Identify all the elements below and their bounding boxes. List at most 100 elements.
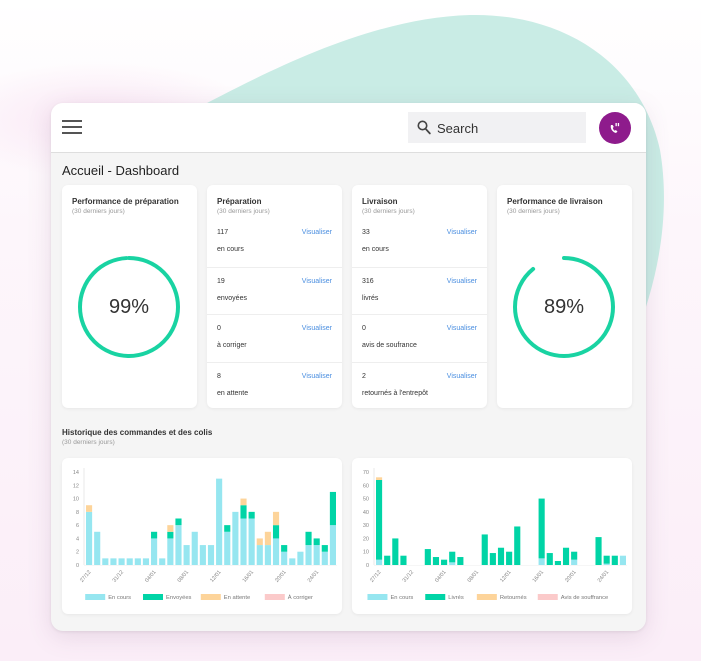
bar-group[interactable] xyxy=(272,511,280,565)
bar-segment[interactable] xyxy=(86,511,93,565)
bar-segment[interactable] xyxy=(481,534,488,565)
visualiser-link[interactable]: Visualiser xyxy=(302,229,332,236)
bar-segment[interactable] xyxy=(256,545,263,565)
legend-item[interactable]: Avis de souffrance xyxy=(537,594,608,601)
bar-group[interactable] xyxy=(134,558,141,565)
bar-segment[interactable] xyxy=(134,558,141,565)
bar-segment[interactable] xyxy=(232,511,239,565)
bar-segment[interactable] xyxy=(102,558,109,565)
bar-segment[interactable] xyxy=(329,491,336,526)
bar-segment[interactable] xyxy=(313,538,320,546)
bar-segment[interactable] xyxy=(94,531,101,565)
bar-group[interactable] xyxy=(297,551,304,565)
bar-group[interactable] xyxy=(110,558,117,565)
bar-group[interactable] xyxy=(392,538,399,565)
bar-group[interactable] xyxy=(329,491,336,565)
bar-group[interactable] xyxy=(256,538,263,565)
bar-group[interactable] xyxy=(313,538,320,565)
bar-group[interactable] xyxy=(384,555,391,565)
bar-segment[interactable] xyxy=(546,553,553,565)
bar-segment[interactable] xyxy=(272,525,280,539)
bar-segment[interactable] xyxy=(305,545,312,565)
bar-group[interactable] xyxy=(611,555,618,565)
legend-item[interactable]: Envoyées xyxy=(143,594,192,601)
bar-group[interactable] xyxy=(457,557,464,565)
legend-item[interactable]: En cours xyxy=(367,594,413,601)
bar-segment[interactable] xyxy=(126,558,133,565)
bar-group[interactable] xyxy=(400,555,407,565)
bar-group[interactable] xyxy=(376,477,383,565)
visualiser-link[interactable]: Visualiser xyxy=(447,229,477,236)
bar-group[interactable] xyxy=(619,555,626,565)
bar-group[interactable] xyxy=(183,545,190,565)
bar-group[interactable] xyxy=(224,525,231,565)
bar-segment[interactable] xyxy=(506,551,513,565)
bar-group[interactable] xyxy=(102,558,109,565)
bar-group[interactable] xyxy=(546,553,553,565)
bar-group[interactable] xyxy=(86,505,93,565)
bar-segment[interactable] xyxy=(167,531,174,539)
bar-segment[interactable] xyxy=(240,505,247,519)
bar-segment[interactable] xyxy=(321,551,328,565)
bar-group[interactable] xyxy=(449,551,456,565)
bar-segment[interactable] xyxy=(281,551,288,565)
bar-group[interactable] xyxy=(126,558,133,565)
bar-segment[interactable] xyxy=(175,518,182,526)
visualiser-link[interactable]: Visualiser xyxy=(302,278,332,285)
bar-segment[interactable] xyxy=(329,525,336,565)
bar-group[interactable] xyxy=(554,561,561,565)
search-input[interactable] xyxy=(435,117,579,139)
bar-segment[interactable] xyxy=(248,518,255,566)
bar-segment[interactable] xyxy=(376,479,383,560)
bar-segment[interactable] xyxy=(216,478,223,565)
bar-segment[interactable] xyxy=(224,531,231,565)
bar-segment[interactable] xyxy=(449,562,456,565)
bar-segment[interactable] xyxy=(224,525,231,532)
bar-segment[interactable] xyxy=(384,555,391,565)
bar-segment[interactable] xyxy=(142,558,150,565)
bar-segment[interactable] xyxy=(554,561,561,565)
legend-item[interactable]: Livrés xyxy=(425,594,464,601)
bar-group[interactable] xyxy=(142,558,150,565)
bar-segment[interactable] xyxy=(167,538,174,565)
bar-segment[interactable] xyxy=(497,547,505,565)
bar-segment[interactable] xyxy=(571,551,578,560)
legend-item[interactable]: À corriger xyxy=(264,594,313,601)
bar-segment[interactable] xyxy=(110,558,117,565)
bar-group[interactable] xyxy=(264,531,271,565)
bar-group[interactable] xyxy=(175,518,182,566)
bar-group[interactable] xyxy=(497,547,505,565)
bar-group[interactable] xyxy=(167,525,174,565)
bar-segment[interactable] xyxy=(538,558,545,565)
bar-segment[interactable] xyxy=(151,538,158,565)
bar-group[interactable] xyxy=(199,545,206,565)
bar-group[interactable] xyxy=(506,551,513,565)
bar-group[interactable] xyxy=(424,549,431,565)
bar-segment[interactable] xyxy=(159,558,166,565)
bar-segment[interactable] xyxy=(489,553,496,565)
bar-segment[interactable] xyxy=(619,555,626,565)
user-avatar[interactable] xyxy=(599,112,631,144)
bar-segment[interactable] xyxy=(313,545,320,565)
bar-segment[interactable] xyxy=(264,545,271,565)
hamburger-menu-icon[interactable] xyxy=(62,119,82,135)
bar-segment[interactable] xyxy=(305,531,312,546)
bar-group[interactable] xyxy=(481,534,488,565)
visualiser-link[interactable]: Visualiser xyxy=(302,373,332,380)
bar-segment[interactable] xyxy=(321,545,328,552)
bar-group[interactable] xyxy=(289,558,296,565)
bar-segment[interactable] xyxy=(441,559,448,565)
bar-segment[interactable] xyxy=(432,557,440,565)
bar-group[interactable] xyxy=(538,498,545,565)
bar-group[interactable] xyxy=(432,557,440,565)
bar-group[interactable] xyxy=(151,531,158,565)
bar-group[interactable] xyxy=(489,553,496,565)
bar-segment[interactable] xyxy=(603,555,610,564)
bar-group[interactable] xyxy=(118,558,125,565)
bar-segment[interactable] xyxy=(562,547,570,565)
bar-segment[interactable] xyxy=(86,505,93,512)
bar-segment[interactable] xyxy=(256,538,263,546)
bar-segment[interactable] xyxy=(272,511,280,526)
bar-group[interactable] xyxy=(207,545,215,565)
bar-group[interactable] xyxy=(305,531,312,565)
